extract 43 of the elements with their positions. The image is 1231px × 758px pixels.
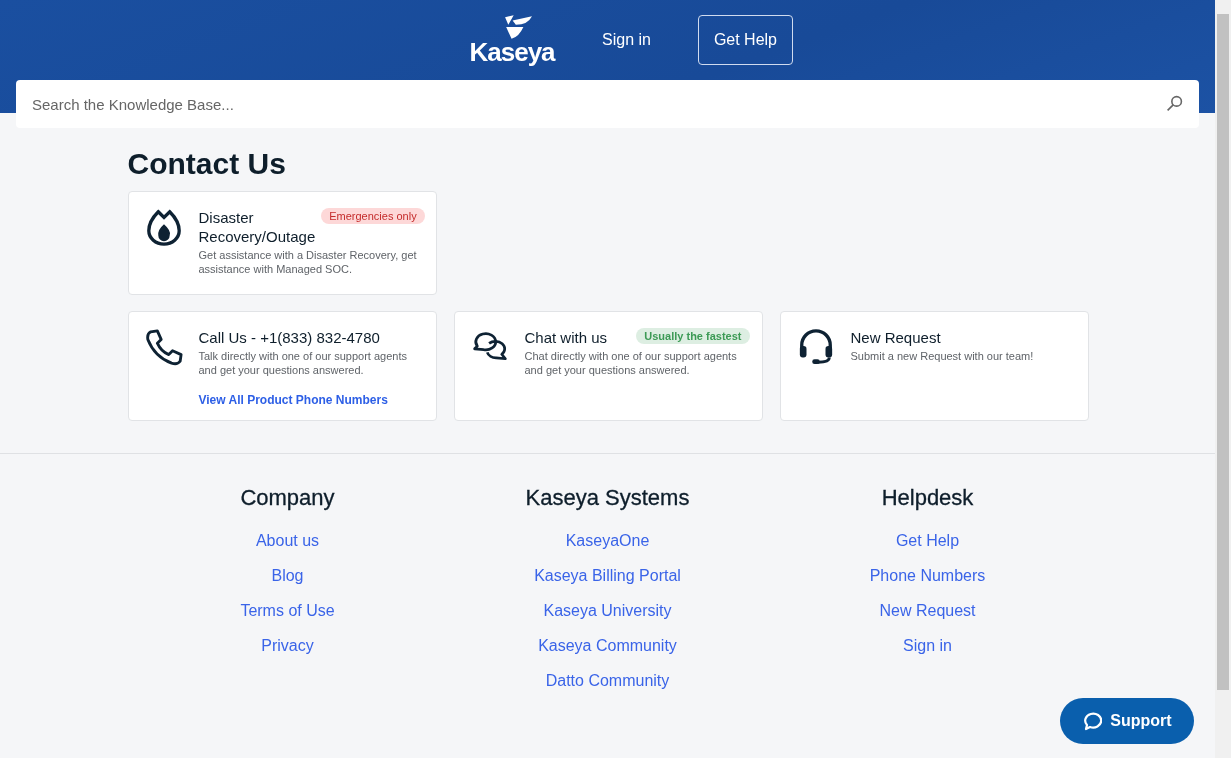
card-description: Chat directly with one of our support agents and get your questions answered. xyxy=(524,349,738,377)
footer-link[interactable]: Kaseya Community xyxy=(538,628,677,663)
leaf-icon xyxy=(504,15,533,39)
contact-card[interactable]: New Request Submit a new Request with our team! xyxy=(779,311,1089,421)
search-icon xyxy=(1166,95,1183,112)
card-description: Talk directly with one of our support agents and get your questions answered. xyxy=(198,349,408,377)
card-title: New Request xyxy=(850,328,941,347)
footer-heading: Kaseya Systems xyxy=(525,485,690,511)
footer-link[interactable]: KaseyaOne xyxy=(565,523,650,558)
flame-icon xyxy=(144,208,183,246)
card-description: Get assistance with a Disaster Recovery, get assistance with Managed SOC. xyxy=(198,248,418,276)
page-title: Contact Us xyxy=(127,147,287,181)
footer-link[interactable]: Phone Numbers xyxy=(869,558,986,593)
phone-numbers-link[interactable]: View All Product Phone Numbers xyxy=(198,393,388,407)
footer-heading: Company xyxy=(240,485,335,511)
phone-icon xyxy=(144,328,183,366)
kaseya-logo[interactable]: Kaseya xyxy=(467,15,558,65)
footer-link[interactable]: Get Help xyxy=(895,523,960,558)
scrollbar[interactable] xyxy=(1215,0,1231,758)
sign-in-link[interactable]: Sign in xyxy=(602,31,651,49)
card-title: Chat with us xyxy=(524,328,608,347)
search-field[interactable]: Search the Knowledge Base... xyxy=(16,80,1199,128)
footer-heading: Helpdesk xyxy=(881,485,974,511)
support-button[interactable]: Support xyxy=(1060,698,1194,744)
contact-card[interactable]: Call Us - +1(833) 832-4780 Talk directly with one of our support agents and get your questions answered. View All Product Phone Numbers xyxy=(127,311,437,421)
card-title: Call Us - +1(833) 832-4780 xyxy=(198,328,380,347)
speech-bubble-icon xyxy=(1082,711,1103,731)
footer-link[interactable]: Kaseya University xyxy=(543,593,672,628)
footer-link[interactable]: Terms of Use xyxy=(240,593,335,628)
card-title: Disaster Recovery/Outage xyxy=(198,208,316,246)
info-badge: Usually the fastest xyxy=(636,328,750,344)
warning-badge: Emergencies only xyxy=(321,208,425,224)
footer-link[interactable]: Kaseya Billing Portal xyxy=(534,558,681,593)
footer-link[interactable]: Privacy xyxy=(261,628,314,663)
contact-card[interactable]: Disaster Recovery/Outage Emergencies only Get assistance with a Disaster Recovery, get assistance with Managed SOC. xyxy=(127,191,437,295)
footer-link[interactable]: About us xyxy=(255,523,320,558)
get-help-button[interactable]: Get Help xyxy=(697,15,793,65)
card-description: Submit a new Request with our team! xyxy=(850,349,1035,363)
footer-link[interactable]: Sign in xyxy=(903,628,952,663)
footer-link[interactable]: New Request xyxy=(879,593,976,628)
footer-link[interactable]: Blog xyxy=(271,558,304,593)
footer-link[interactable]: Datto Community xyxy=(545,663,670,698)
contact-card[interactable]: Chat with us Usually the fastest Chat directly with one of our support agents and get your questions answered. xyxy=(453,311,763,421)
